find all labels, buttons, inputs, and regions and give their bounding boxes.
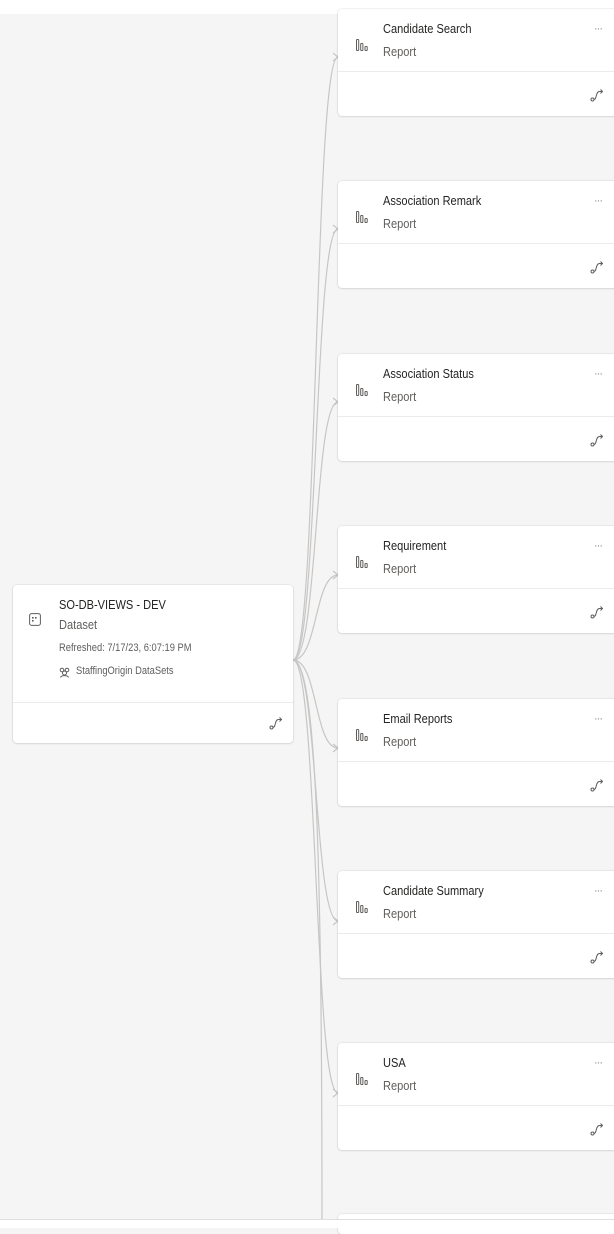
report-card-footer	[338, 72, 614, 116]
connector-association-remark	[292, 228, 339, 661]
dataset-workspace[interactable]: StaffingOrigin DataSets	[76, 665, 174, 677]
dataset-title[interactable]: SO-DB-VIEWS - DEV	[59, 597, 166, 612]
report-title[interactable]: Association Status	[383, 366, 474, 381]
lineage-icon[interactable]	[590, 778, 604, 792]
report-icon	[356, 38, 369, 56]
report-title[interactable]: Candidate Search	[383, 21, 471, 36]
report-card-candidate-summary[interactable]: Candidate Summary Report ···	[338, 871, 614, 978]
report-card-candidate-search[interactable]: Candidate Search Report ···	[338, 9, 614, 116]
report-icon	[356, 555, 369, 573]
report-type: Report	[383, 44, 417, 59]
report-title[interactable]: Association Remark	[383, 193, 481, 208]
report-card-requirement[interactable]: Requirement Report ···	[338, 526, 614, 633]
report-icon	[356, 728, 369, 746]
report-card-header: Association Remark Report ···	[338, 181, 614, 244]
report-card-footer	[338, 934, 614, 978]
report-type: Report	[383, 734, 417, 749]
report-card-header: Candidate Search Report ···	[338, 9, 614, 72]
connector-next	[292, 659, 323, 1227]
connector-usa	[292, 659, 339, 1094]
report-icon	[356, 900, 369, 918]
report-icon	[356, 383, 369, 401]
connector-requirement	[292, 574, 339, 661]
report-title[interactable]: Candidate Summary	[383, 883, 484, 898]
report-card-header: USA Report ···	[338, 1043, 614, 1106]
report-card-footer	[338, 244, 614, 288]
more-options-button[interactable]: ···	[594, 23, 603, 35]
dataset-card[interactable]: SO-DB-VIEWS - DEV Dataset Refreshed: 7/1…	[13, 585, 293, 743]
report-card-usa[interactable]: USA Report ···	[338, 1043, 614, 1150]
lineage-icon[interactable]	[590, 950, 604, 964]
more-options-button[interactable]: ···	[594, 540, 603, 552]
connector-association-status	[292, 401, 339, 661]
report-type: Report	[383, 561, 417, 576]
report-card-footer	[338, 762, 614, 806]
lineage-icon[interactable]	[590, 260, 604, 274]
report-card-header: Requirement Report ···	[338, 526, 614, 589]
report-card-association-remark[interactable]: Association Remark Report ···	[338, 181, 614, 288]
lineage-icon[interactable]	[269, 716, 283, 730]
dataset-icon	[29, 613, 41, 631]
report-type: Report	[383, 216, 417, 231]
more-options-button[interactable]: ···	[594, 195, 603, 207]
report-title[interactable]: Email Reports	[383, 711, 452, 726]
more-options-button[interactable]: ···	[594, 368, 603, 380]
more-options-button[interactable]: ···	[594, 713, 603, 725]
report-type: Report	[383, 1078, 417, 1093]
report-icon	[356, 210, 369, 228]
report-card-footer	[338, 417, 614, 461]
report-card-footer	[338, 1106, 614, 1150]
report-title[interactable]: Requirement	[383, 538, 446, 553]
report-card-association-status[interactable]: Association Status Report ···	[338, 354, 614, 461]
workspace-icon	[59, 665, 70, 683]
report-title[interactable]: USA	[383, 1055, 406, 1070]
report-type: Report	[383, 906, 417, 921]
dataset-refreshed: Refreshed: 7/17/23, 6:07:19 PM	[59, 642, 192, 654]
lineage-icon[interactable]	[590, 433, 604, 447]
dataset-type: Dataset	[59, 617, 98, 632]
report-card-footer	[338, 589, 614, 633]
dataset-card-header: SO-DB-VIEWS - DEV Dataset Refreshed: 7/1…	[13, 585, 293, 703]
more-options-button[interactable]: ···	[594, 885, 603, 897]
report-card-header: Candidate Summary Report ···	[338, 871, 614, 934]
report-card-email-reports[interactable]: Email Reports Report ···	[338, 699, 614, 806]
connector-email-reports	[292, 659, 339, 749]
report-type: Report	[383, 389, 417, 404]
lineage-icon[interactable]	[590, 605, 604, 619]
report-icon	[356, 1072, 369, 1090]
report-card-header: Email Reports Report ···	[338, 699, 614, 762]
lineage-icon[interactable]	[590, 1122, 604, 1136]
connector-candidate-search	[292, 56, 339, 661]
more-options-button[interactable]: ···	[594, 1057, 603, 1069]
dataset-card-footer	[13, 703, 293, 743]
report-card-header: Association Status Report ···	[338, 354, 614, 417]
connector-candidate-summary	[292, 659, 339, 922]
lineage-icon[interactable]	[590, 88, 604, 102]
